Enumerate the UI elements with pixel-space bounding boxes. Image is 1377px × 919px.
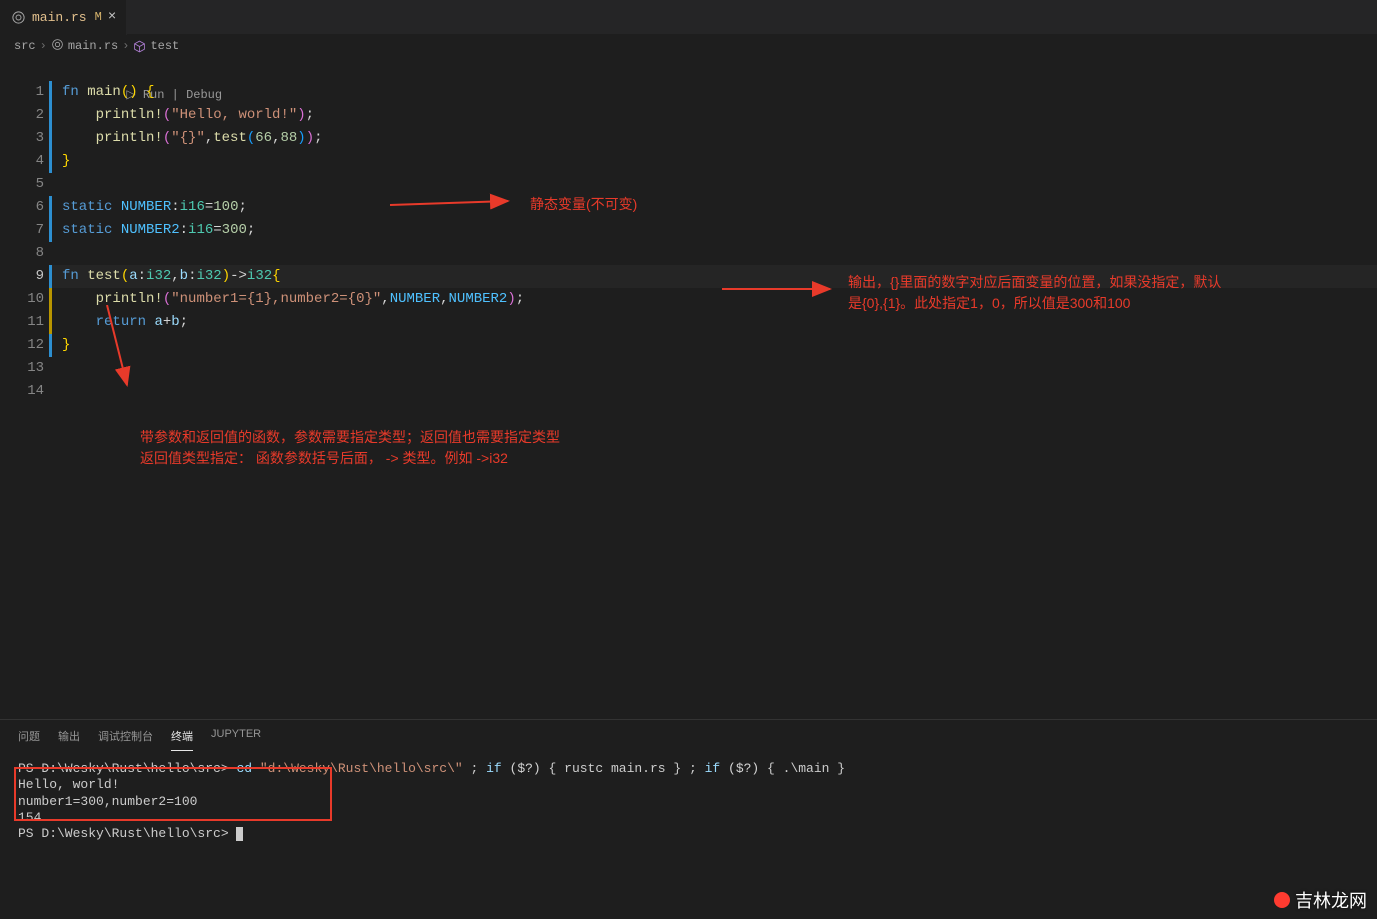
tab-terminal[interactable]: 终端: [171, 728, 193, 751]
panel-tabs: 问题 输出 调试控制台 终端 JUPYTER: [0, 720, 1377, 751]
breadcrumb-segment[interactable]: main.rs: [68, 39, 118, 53]
watermark-dot-icon: [1274, 892, 1290, 908]
tab-jupyter[interactable]: JUPYTER: [211, 728, 261, 751]
tab-bar: main.rs M ×: [0, 0, 1377, 35]
tab-debug-console[interactable]: 调试控制台: [98, 728, 153, 751]
chevron-right-icon: ›: [40, 39, 47, 53]
code-area[interactable]: ▷ Run | Debug fn main() { println!("Hell…: [62, 57, 1377, 717]
tab-modified-indicator: M: [95, 10, 102, 24]
rust-icon: [51, 38, 64, 55]
annotation-function: 带参数和返回值的函数，参数需要指定类型；返回值也需要指定类型返回值类型指定： 函…: [140, 427, 560, 469]
rust-icon: [10, 9, 26, 25]
symbol-function-icon: [133, 40, 146, 53]
terminal-cursor: [236, 827, 243, 841]
tab-problems[interactable]: 问题: [18, 728, 40, 751]
terminal-line: PS D:\Wesky\Rust\hello\src>: [18, 826, 1359, 842]
terminal-line: 154: [18, 810, 1359, 826]
breadcrumb-segment[interactable]: src: [14, 39, 36, 53]
breadcrumb: src › main.rs › test: [0, 35, 1377, 57]
tab-output[interactable]: 输出: [58, 728, 80, 751]
breadcrumb-segment[interactable]: test: [150, 39, 179, 53]
terminal-content[interactable]: PS D:\Wesky\Rust\hello\src> cd "d:\Wesky…: [0, 751, 1377, 852]
code-editor[interactable]: 1 2 3 4 5 6 7 8 9 10 11 12 13 14 ▷ Run |…: [0, 57, 1377, 717]
chevron-right-icon: ›: [122, 39, 129, 53]
bottom-panel: 问题 输出 调试控制台 终端 JUPYTER PS D:\Wesky\Rust\…: [0, 719, 1377, 919]
watermark: 吉林龙网: [1274, 887, 1367, 913]
terminal-line: number1=300,number2=100: [18, 794, 1359, 810]
tab-filename: main.rs: [32, 10, 87, 25]
terminal-line: PS D:\Wesky\Rust\hello\src> cd "d:\Wesky…: [18, 761, 1359, 777]
close-icon[interactable]: ×: [108, 9, 116, 25]
tab-main-rs[interactable]: main.rs M ×: [0, 0, 127, 35]
terminal-line: Hello, world!: [18, 777, 1359, 793]
